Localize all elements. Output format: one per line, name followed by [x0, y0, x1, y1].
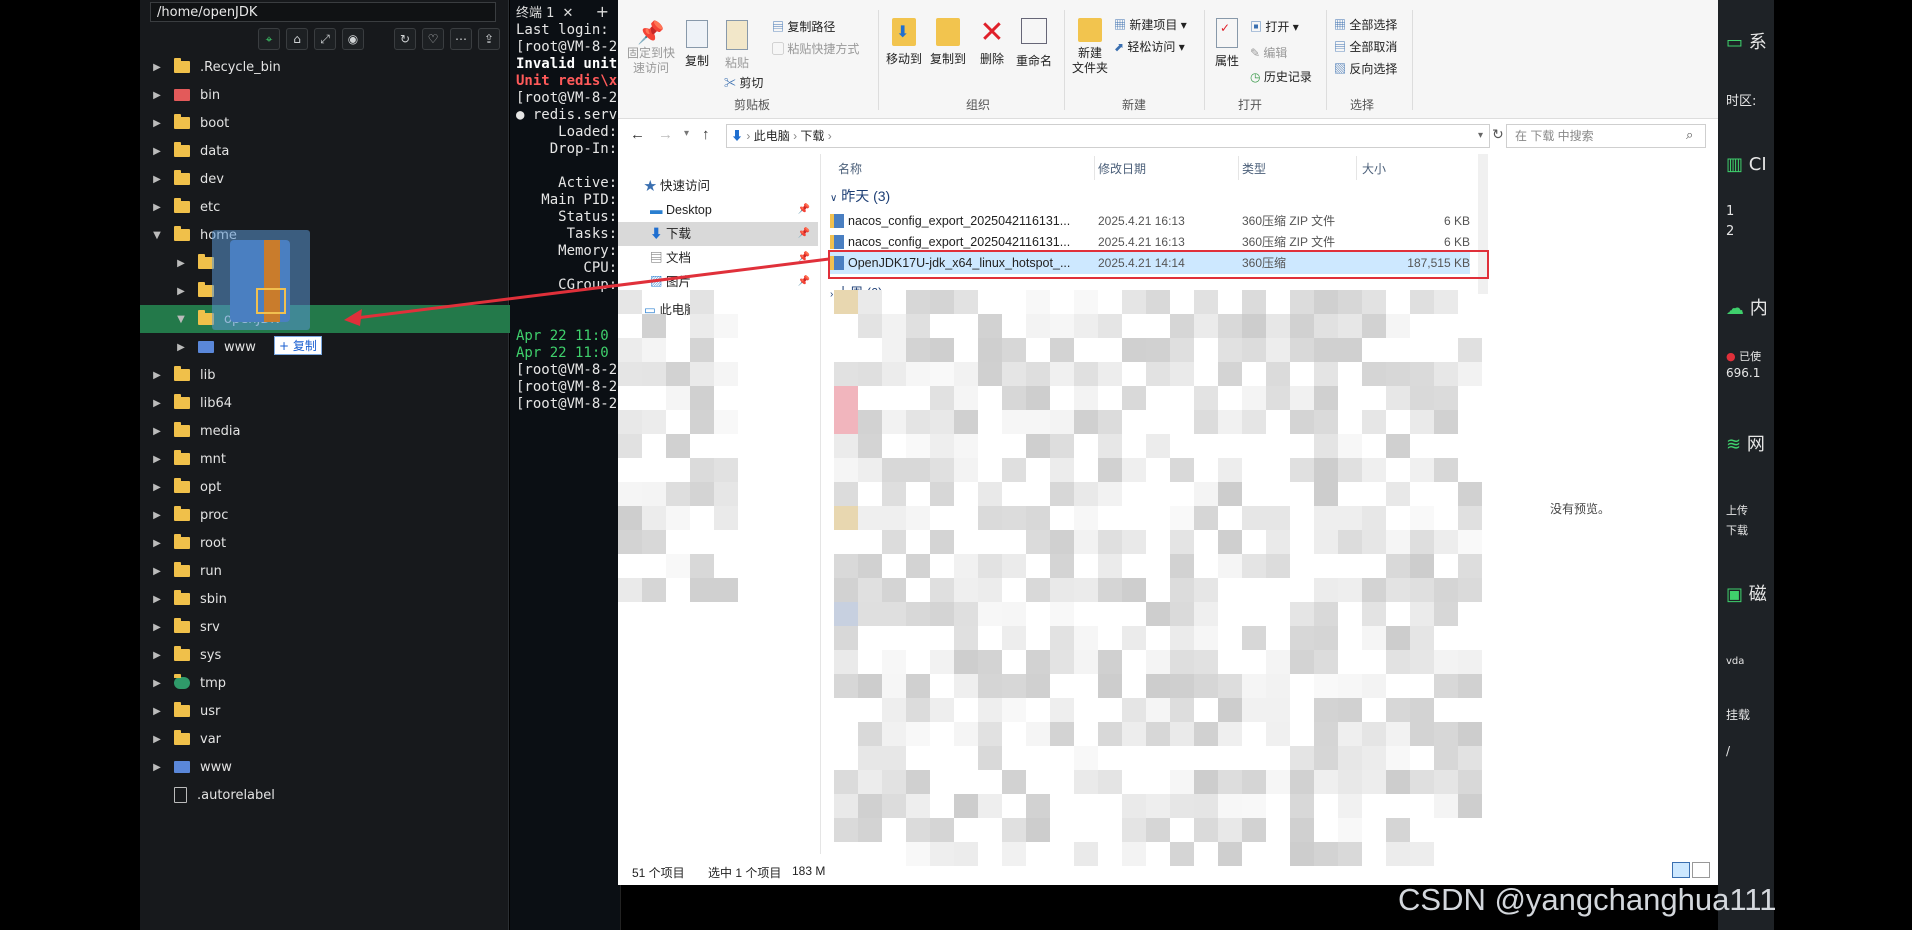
system-title: ▭ 系: [1726, 32, 1767, 53]
cpu-core-1: 1: [1726, 204, 1735, 219]
arrow-line: [355, 257, 830, 320]
cloud-icon: ☁: [1726, 298, 1744, 319]
timezone-label: 时区:: [1726, 94, 1757, 109]
cpu-icon: ▥: [1726, 154, 1744, 175]
disk-icon: ▣: [1726, 584, 1744, 605]
wifi-icon: ≋: [1726, 434, 1742, 455]
arrow-head: [344, 309, 362, 326]
watermark: CSDN @yangchanghua111: [1398, 882, 1777, 917]
network-title: ≋ 网: [1726, 434, 1765, 455]
disk-title: ▣ 磁: [1726, 584, 1767, 605]
red-arrow-overlay: [344, 257, 830, 326]
monitor-icon: ▭: [1726, 32, 1744, 53]
mount-label: 挂载: [1726, 708, 1751, 722]
download-label: 下载: [1726, 524, 1748, 537]
memory-used-label: ● 已使: [1726, 350, 1762, 363]
mount-root: /: [1726, 744, 1731, 758]
cpu-title: ▥ CI: [1726, 154, 1767, 175]
right-status-panel: ▭ 系 时区: ▥ CI 1 2 ☁ 内 ● 已使 696.1 ≋ 网 上传 下…: [1718, 0, 1774, 930]
disk-vda: vda: [1726, 656, 1745, 667]
memory-used-value: 696.1: [1726, 366, 1761, 380]
memory-title: ☁ 内: [1726, 298, 1768, 319]
upload-label: 上传: [1726, 504, 1748, 517]
cpu-core-2: 2: [1726, 224, 1735, 239]
